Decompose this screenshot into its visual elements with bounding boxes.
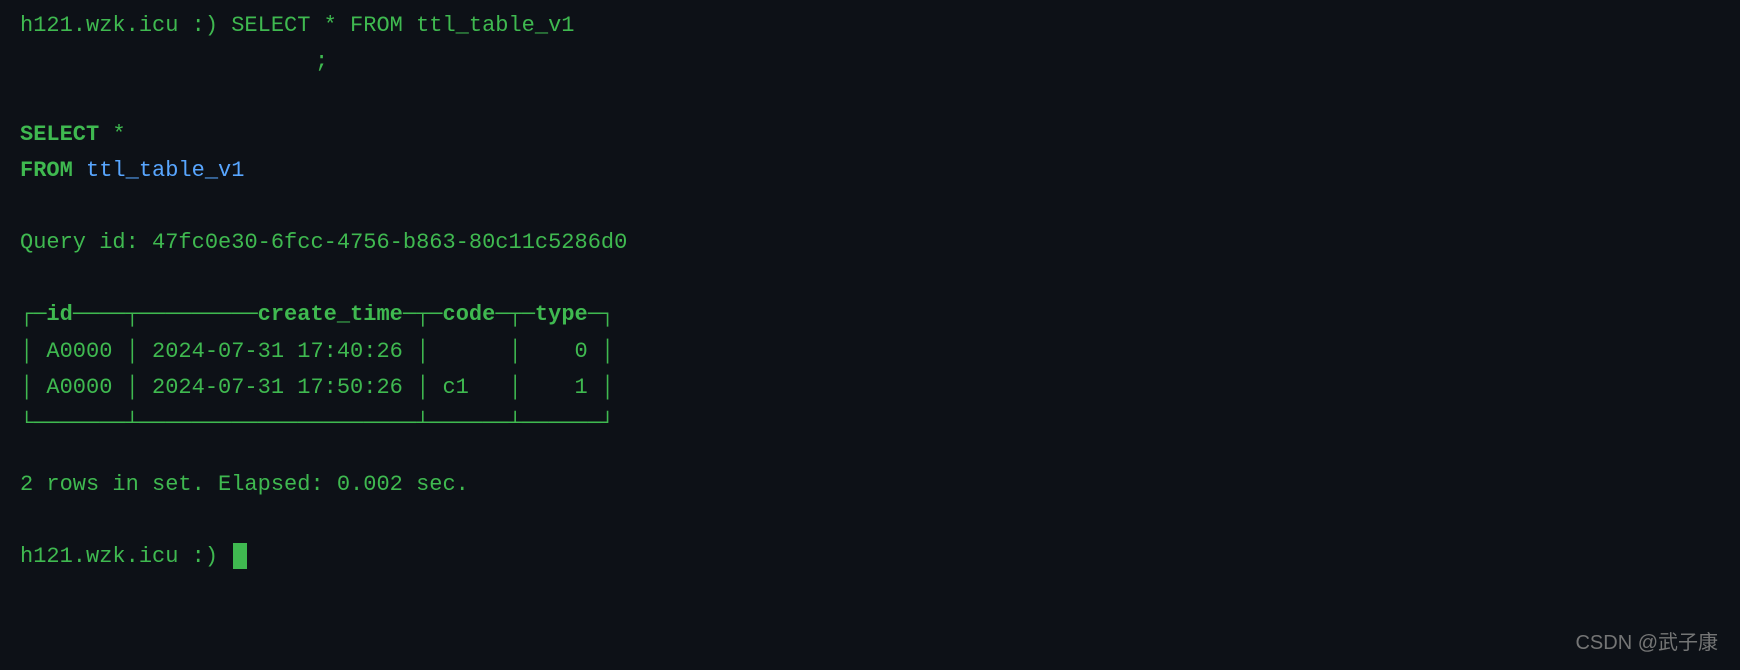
table-row: └───────┴─────────────────────┴──────┴──… (20, 406, 1720, 442)
terminal-prompt[interactable]: h121.wzk.icu :) (20, 539, 1720, 575)
select-star: * (99, 122, 125, 147)
terminal-input-line1: h121.wzk.icu :) SELECT * FROM ttl_table_… (20, 8, 1720, 44)
query-id-value: 47fc0e30-6fcc-4756-b863-80c11c5286d0 (152, 230, 627, 255)
watermark: CSDN @武子康 (1575, 627, 1718, 660)
keyword-select: SELECT (20, 122, 99, 147)
prompt-text: h121.wzk.icu :) (20, 544, 231, 569)
query-id-label: Query id: (20, 230, 152, 255)
echoed-query-line1: SELECT * (20, 117, 1720, 153)
table-row: │ A0000 │ 2024-07-31 17:40:26 │ │ 0 │ (20, 334, 1720, 370)
table-row: │ A0000 │ 2024-07-31 17:50:26 │ c1 │ 1 │ (20, 370, 1720, 406)
echoed-query-line2: FROM ttl_table_v1 (20, 153, 1720, 189)
terminal-input-line2: ; (20, 44, 1720, 80)
cursor (233, 543, 247, 569)
result-table: ┌─id────┬─────────create_time─┬─code─┬─t… (20, 297, 1720, 442)
table-row: ┌─id────┬─────────create_time─┬─code─┬─t… (20, 297, 1720, 333)
result-summary: 2 rows in set. Elapsed: 0.002 sec. (20, 467, 1720, 503)
table-identifier: ttl_table_v1 (73, 158, 245, 183)
keyword-from: FROM (20, 158, 73, 183)
query-id-line: Query id: 47fc0e30-6fcc-4756-b863-80c11c… (20, 225, 1720, 261)
